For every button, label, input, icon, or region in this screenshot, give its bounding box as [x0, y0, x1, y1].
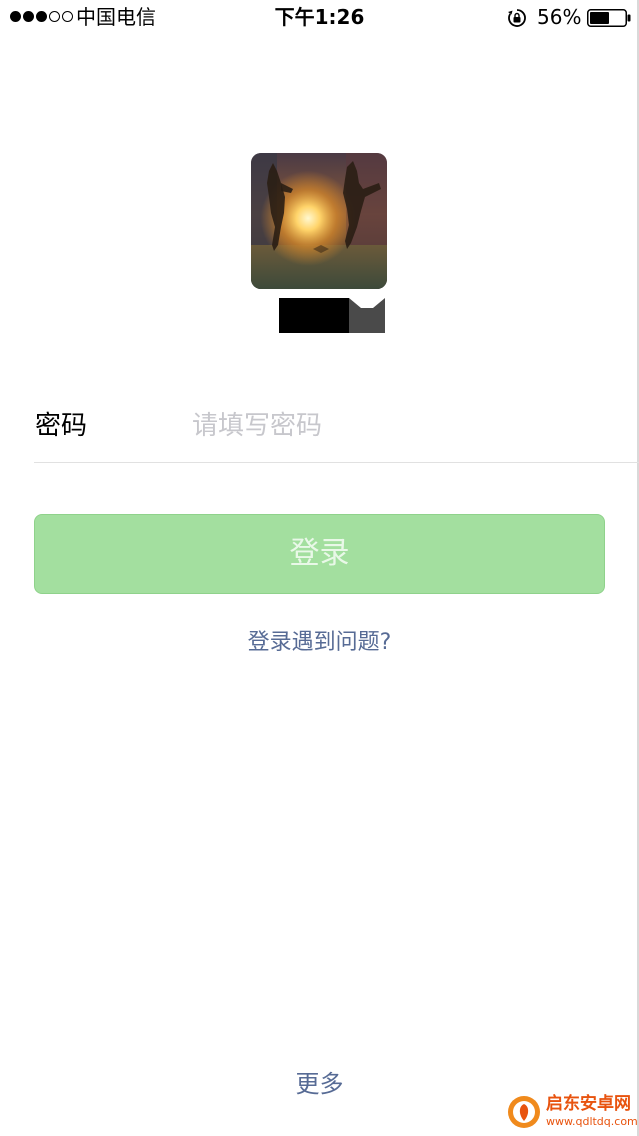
battery-icon [587, 9, 631, 27]
status-bar: 中国电信 下午1:26 56% [0, 0, 639, 36]
battery-percentage: 56% [537, 5, 582, 29]
rotation-lock-icon [508, 9, 526, 27]
watermark-url: www.qdltdq.com [546, 1115, 638, 1128]
password-divider [34, 462, 639, 463]
avatar-photo [251, 153, 387, 289]
watermark-title: 启东安卓网 [546, 1094, 631, 1114]
username-redacted [279, 298, 385, 333]
password-label: 密码 [35, 411, 88, 441]
login-trouble-link[interactable]: 登录遇到问题? [0, 628, 639, 658]
avatar [251, 153, 387, 289]
login-button[interactable]: 登录 [34, 514, 605, 594]
password-input[interactable] [192, 404, 612, 448]
watermark: 启东安卓网 www.qdltdq.com [506, 1090, 639, 1136]
watermark-logo-icon [508, 1096, 540, 1128]
